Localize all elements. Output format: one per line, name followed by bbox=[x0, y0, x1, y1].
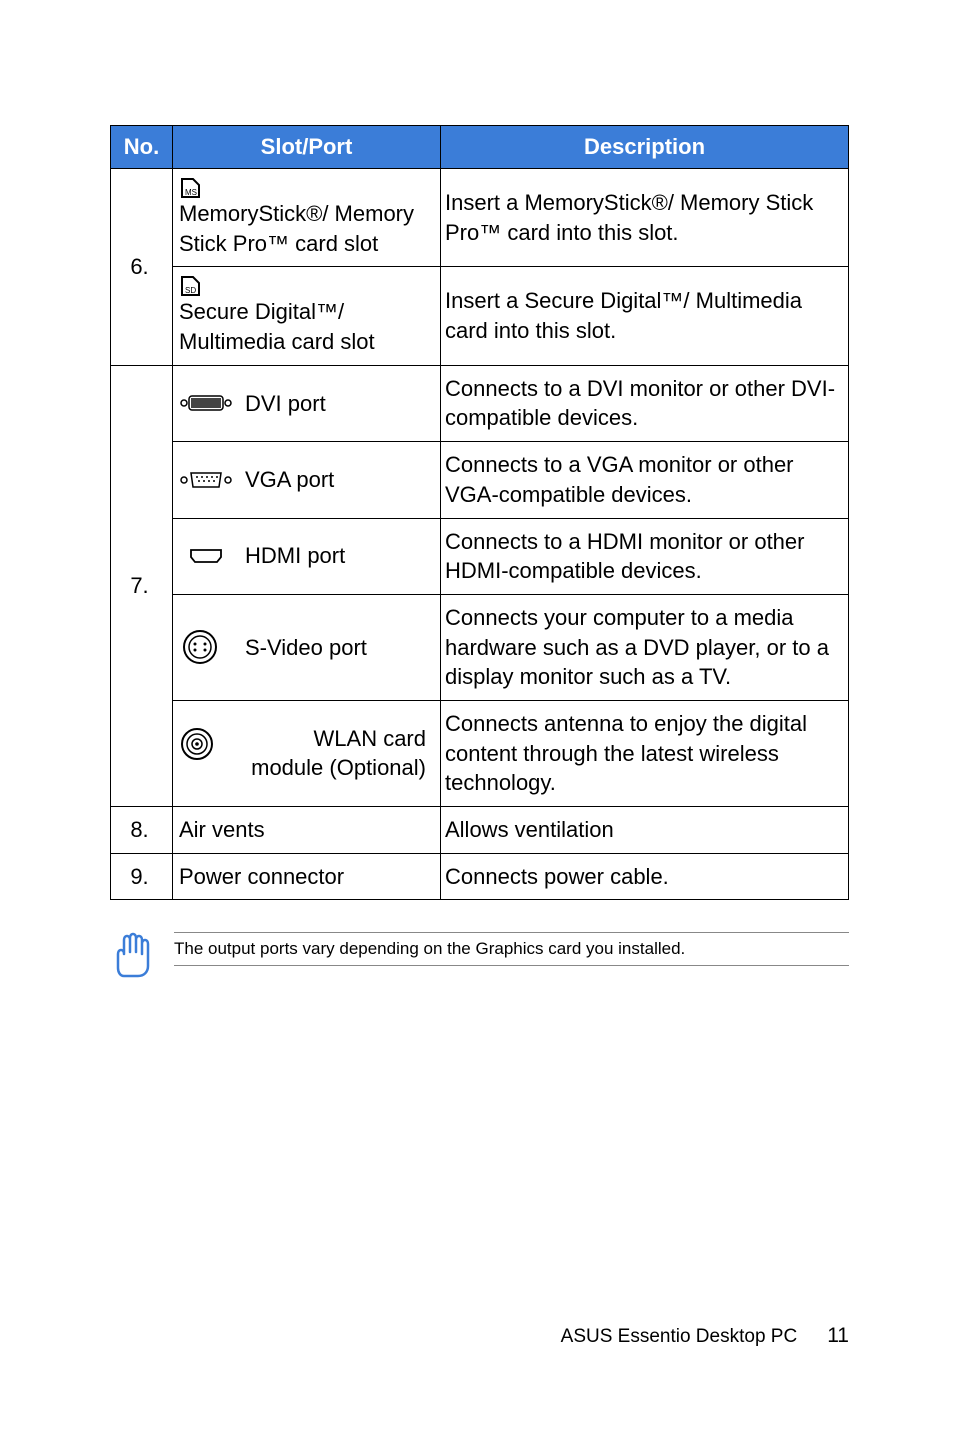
sd-desc: Insert a Secure Digital™/ Multimedia car… bbox=[441, 267, 849, 365]
wlan-antenna-icon bbox=[179, 724, 215, 762]
header-desc: Description bbox=[441, 126, 849, 169]
table-row: 7. DVI port Connects to a DVI monitor or… bbox=[111, 365, 849, 441]
table-row: WLAN card module (Optional) Connects ant… bbox=[111, 700, 849, 806]
sd-card-icon: SD bbox=[179, 275, 205, 297]
note-section: The output ports vary depending on the G… bbox=[110, 932, 849, 985]
row-7-no: 7. bbox=[111, 365, 173, 806]
dvi-label: DVI port bbox=[245, 389, 326, 419]
table-row: S-Video port Connects your computer to a… bbox=[111, 594, 849, 700]
row-9-no: 9. bbox=[111, 853, 173, 900]
sd-label: Secure Digital™/ Multimedia card slot bbox=[179, 297, 430, 356]
hdmi-port-icon bbox=[179, 548, 233, 564]
svg-text:SD: SD bbox=[185, 286, 196, 295]
header-no: No. bbox=[111, 126, 173, 169]
table-row: VGA port Connects to a VGA monitor or ot… bbox=[111, 442, 849, 518]
memorystick-desc: Insert a MemoryStick®/ Memory Stick Pro™… bbox=[441, 169, 849, 267]
memorystick-label: MemoryStick®/ Memory Stick Pro™ card slo… bbox=[179, 199, 430, 258]
table-row: SD Secure Digital™/ Multimedia card slot… bbox=[111, 267, 849, 365]
table-row: 6. MS MemoryStick®/ Memory Stick Pro™ ca… bbox=[111, 169, 849, 267]
memorystick-icon: MS bbox=[179, 177, 205, 199]
header-slot: Slot/Port bbox=[173, 126, 441, 169]
footer-product: ASUS Essentio Desktop PC bbox=[561, 1326, 798, 1348]
wlan-label-line2: module (Optional) bbox=[251, 753, 426, 783]
table-row: 8. Air vents Allows ventilation bbox=[111, 807, 849, 854]
svideo-desc: Connects your computer to a media hardwa… bbox=[441, 594, 849, 700]
slot-wlan: WLAN card module (Optional) bbox=[173, 700, 441, 806]
vga-desc: Connects to a VGA monitor or other VGA-c… bbox=[441, 442, 849, 518]
svideo-port-icon bbox=[179, 628, 233, 666]
svideo-label: S-Video port bbox=[245, 633, 367, 663]
table-row: 9. Power connector Connects power cable. bbox=[111, 853, 849, 900]
page-footer: ASUS Essentio Desktop PC 11 bbox=[561, 1324, 849, 1348]
air-vents-desc: Allows ventilation bbox=[441, 807, 849, 854]
dvi-desc: Connects to a DVI monitor or other DVI-c… bbox=[441, 365, 849, 441]
table-header-row: No. Slot/Port Description bbox=[111, 126, 849, 169]
slot-vga: VGA port bbox=[173, 442, 441, 518]
wlan-label-line1: WLAN card bbox=[314, 724, 426, 754]
svg-text:MS: MS bbox=[185, 188, 197, 197]
slot-dvi: DVI port bbox=[173, 365, 441, 441]
note-hand-icon bbox=[110, 928, 154, 985]
slot-air-vents: Air vents bbox=[173, 807, 441, 854]
note-text: The output ports vary depending on the G… bbox=[174, 932, 849, 966]
power-desc: Connects power cable. bbox=[441, 853, 849, 900]
footer-page-number: 11 bbox=[827, 1324, 849, 1348]
ports-table: No. Slot/Port Description 6. MS MemorySt… bbox=[110, 125, 849, 900]
slot-memorystick: MS MemoryStick®/ Memory Stick Pro™ card … bbox=[173, 169, 441, 267]
slot-sd: SD Secure Digital™/ Multimedia card slot bbox=[173, 267, 441, 365]
dvi-port-icon bbox=[179, 390, 233, 416]
hdmi-desc: Connects to a HDMI monitor or other HDMI… bbox=[441, 518, 849, 594]
vga-port-icon bbox=[179, 467, 233, 493]
slot-svideo: S-Video port bbox=[173, 594, 441, 700]
slot-hdmi: HDMI port bbox=[173, 518, 441, 594]
table-row: HDMI port Connects to a HDMI monitor or … bbox=[111, 518, 849, 594]
vga-label: VGA port bbox=[245, 465, 334, 495]
wlan-desc: Connects antenna to enjoy the digital co… bbox=[441, 700, 849, 806]
row-6-no: 6. bbox=[111, 169, 173, 366]
slot-power: Power connector bbox=[173, 853, 441, 900]
hdmi-label: HDMI port bbox=[245, 541, 345, 571]
row-8-no: 8. bbox=[111, 807, 173, 854]
